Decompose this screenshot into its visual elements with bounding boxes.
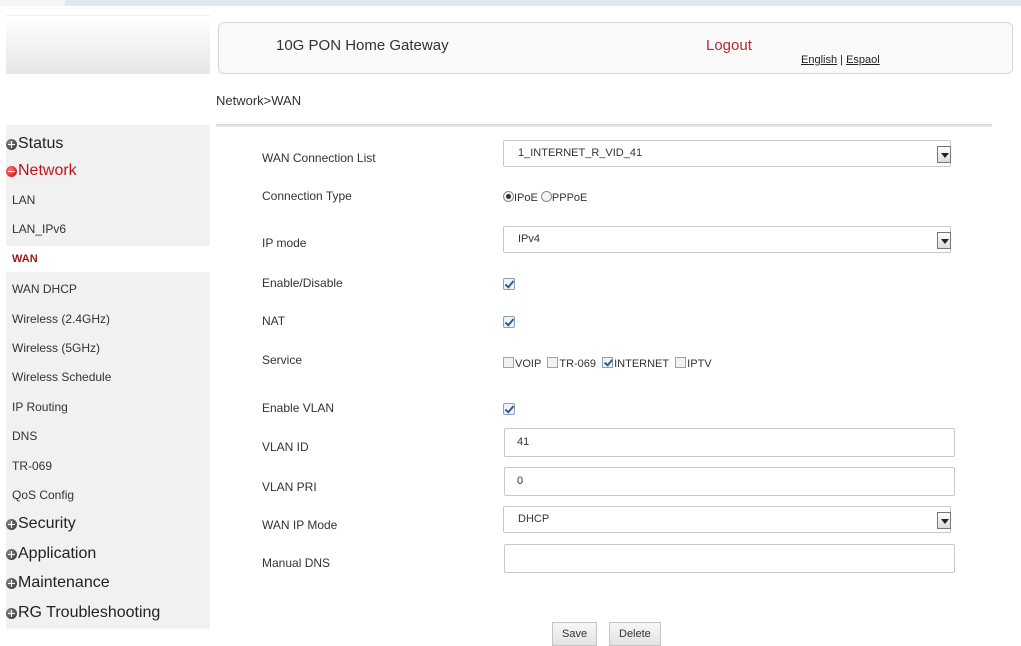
iptv-label: IPTV bbox=[687, 358, 712, 370]
sidebar-item-label: WAN bbox=[12, 253, 38, 265]
service-option-iptv[interactable]: IPTV bbox=[675, 357, 712, 370]
enable-disable-checkbox[interactable] bbox=[503, 278, 515, 290]
sidebar: Status Network LAN LAN_IPv6 WAN WAN DHCP… bbox=[6, 125, 210, 629]
service-option-voip[interactable]: VOIP bbox=[503, 357, 542, 370]
dropdown-arrow-icon[interactable] bbox=[937, 512, 951, 529]
connection-type-label: Connection Type bbox=[262, 189, 352, 203]
expand-icon bbox=[6, 138, 17, 150]
vlan-pri-input[interactable]: 0 bbox=[504, 467, 955, 496]
sidebar-item-status[interactable]: Status bbox=[6, 133, 210, 155]
ip-mode-value: IPv4 bbox=[518, 233, 541, 245]
sidebar-item-application[interactable]: Application bbox=[6, 542, 210, 566]
gateway-title: 10G PON Home Gateway bbox=[276, 37, 449, 54]
sidebar-item-label: Security bbox=[18, 515, 76, 532]
top-strip-tab bbox=[0, 0, 65, 6]
wan-ip-mode-label: WAN IP Mode bbox=[262, 518, 338, 532]
ip-mode-label: IP mode bbox=[262, 236, 307, 250]
sidebar-item-label: LAN_IPv6 bbox=[12, 222, 67, 236]
sidebar-item-label: RG Troubleshooting bbox=[18, 604, 161, 621]
pppoe-radio-label: PPPoE bbox=[551, 192, 588, 204]
wan-ip-mode-select[interactable]: DHCP bbox=[503, 506, 951, 533]
sidebar-item-label: IP Routing bbox=[12, 400, 68, 414]
sidebar-item-label: WAN DHCP bbox=[12, 282, 77, 296]
expand-icon bbox=[6, 607, 17, 619]
collapse-icon bbox=[6, 165, 17, 177]
delete-button[interactable]: Delete bbox=[609, 622, 661, 646]
sidebar-item-label: QoS Config bbox=[12, 488, 75, 502]
pppoe-radio[interactable] bbox=[540, 191, 552, 202]
wan-connection-list-select[interactable]: 1_INTERNET_R_VID_41 bbox=[503, 140, 951, 167]
language-separator: | bbox=[840, 54, 843, 66]
wan-connection-list-value: 1_INTERNET_R_VID_41 bbox=[518, 147, 643, 159]
vlan-pri-label: VLAN PRI bbox=[262, 480, 317, 494]
language-switch: English | Espaol bbox=[801, 54, 880, 66]
manual-dns-input[interactable] bbox=[504, 544, 955, 573]
enable-vlan-label: Enable VLAN bbox=[262, 401, 335, 415]
nat-label: NAT bbox=[262, 314, 286, 328]
service-label: Service bbox=[262, 353, 303, 367]
sidebar-item-lan-ipv6[interactable]: LAN_IPv6 bbox=[6, 218, 210, 240]
sidebar-item-rg-troubleshooting[interactable]: RG Troubleshooting bbox=[6, 601, 210, 625]
sidebar-item-label: Maintenance bbox=[18, 574, 110, 591]
sidebar-item-label: Wireless (2.4GHz) bbox=[12, 312, 111, 326]
sidebar-item-qos-config[interactable]: QoS Config bbox=[6, 484, 210, 506]
ipoe-radio[interactable] bbox=[503, 191, 514, 202]
logo-area bbox=[6, 15, 210, 74]
sidebar-item-maintenance[interactable]: Maintenance bbox=[6, 571, 210, 595]
enable-vlan-checkbox[interactable] bbox=[503, 403, 515, 415]
wan-ip-mode-value: DHCP bbox=[518, 513, 550, 525]
sidebar-item-label: Application bbox=[18, 545, 97, 562]
internet-checkbox[interactable] bbox=[602, 357, 614, 368]
sidebar-item-label: Wireless Schedule bbox=[12, 370, 112, 384]
sidebar-item-wireless-5ghz[interactable]: Wireless (5GHz) bbox=[6, 337, 210, 359]
sidebar-item-label: TR-069 bbox=[12, 459, 53, 473]
sidebar-item-dns[interactable]: DNS bbox=[6, 425, 210, 447]
vlan-id-label: VLAN ID bbox=[262, 440, 309, 454]
breadcrumb: Network>WAN bbox=[216, 93, 302, 108]
wan-connection-list-label: WAN Connection List bbox=[262, 151, 376, 165]
sidebar-item-label: Network bbox=[18, 162, 77, 179]
tr069-checkbox[interactable] bbox=[547, 357, 559, 368]
expand-icon bbox=[6, 518, 17, 530]
connection-type-radios: IPoE PPPoE bbox=[503, 191, 587, 204]
sidebar-item-ip-routing[interactable]: IP Routing bbox=[6, 396, 210, 418]
sidebar-item-label: Wireless (5GHz) bbox=[12, 341, 101, 355]
dropdown-arrow-icon[interactable] bbox=[937, 146, 951, 163]
manual-dns-label: Manual DNS bbox=[262, 556, 331, 570]
sidebar-item-wan-dhcp[interactable]: WAN DHCP bbox=[6, 278, 210, 300]
internet-label: INTERNET bbox=[614, 358, 670, 370]
sidebar-item-label: DNS bbox=[12, 429, 38, 443]
sidebar-item-network[interactable]: Network bbox=[6, 160, 210, 182]
enable-disable-label: Enable/Disable bbox=[262, 276, 343, 290]
ip-mode-select[interactable]: IPv4 bbox=[503, 226, 951, 253]
voip-label: VOIP bbox=[515, 358, 542, 370]
logout-link[interactable]: Logout bbox=[706, 37, 752, 54]
sidebar-item-lan[interactable]: LAN bbox=[6, 189, 210, 211]
nat-checkbox[interactable] bbox=[503, 316, 515, 328]
expand-icon bbox=[6, 577, 17, 589]
sidebar-item-label: Status bbox=[18, 135, 64, 152]
header-bar: 10G PON Home Gateway Logout English | Es… bbox=[218, 22, 1013, 74]
sidebar-item-security[interactable]: Security bbox=[6, 512, 210, 536]
spanish-link[interactable]: Espaol bbox=[846, 54, 880, 66]
top-strip bbox=[0, 0, 1021, 6]
sidebar-item-label: LAN bbox=[12, 193, 36, 207]
content-divider bbox=[216, 124, 992, 127]
service-option-tr069[interactable]: TR-069 bbox=[547, 357, 597, 370]
dropdown-arrow-icon[interactable] bbox=[937, 232, 951, 249]
save-button[interactable]: Save bbox=[552, 622, 598, 646]
sidebar-item-wan[interactable]: WAN bbox=[6, 246, 210, 272]
sidebar-item-wireless-schedule[interactable]: Wireless Schedule bbox=[6, 366, 210, 388]
sidebar-item-tr069[interactable]: TR-069 bbox=[6, 455, 210, 477]
tr069-label: TR-069 bbox=[559, 358, 597, 370]
service-options: VOIP TR-069 INTERNET IPTV bbox=[503, 357, 715, 370]
vlan-id-input[interactable]: 41 bbox=[504, 428, 955, 457]
iptv-checkbox[interactable] bbox=[675, 357, 687, 368]
service-option-internet[interactable]: INTERNET bbox=[602, 357, 670, 370]
voip-checkbox[interactable] bbox=[503, 357, 514, 368]
sidebar-item-wireless-24ghz[interactable]: Wireless (2.4GHz) bbox=[6, 308, 210, 330]
english-link[interactable]: English bbox=[801, 54, 837, 66]
expand-icon bbox=[6, 548, 17, 560]
ipoe-radio-label: IPoE bbox=[514, 192, 538, 204]
